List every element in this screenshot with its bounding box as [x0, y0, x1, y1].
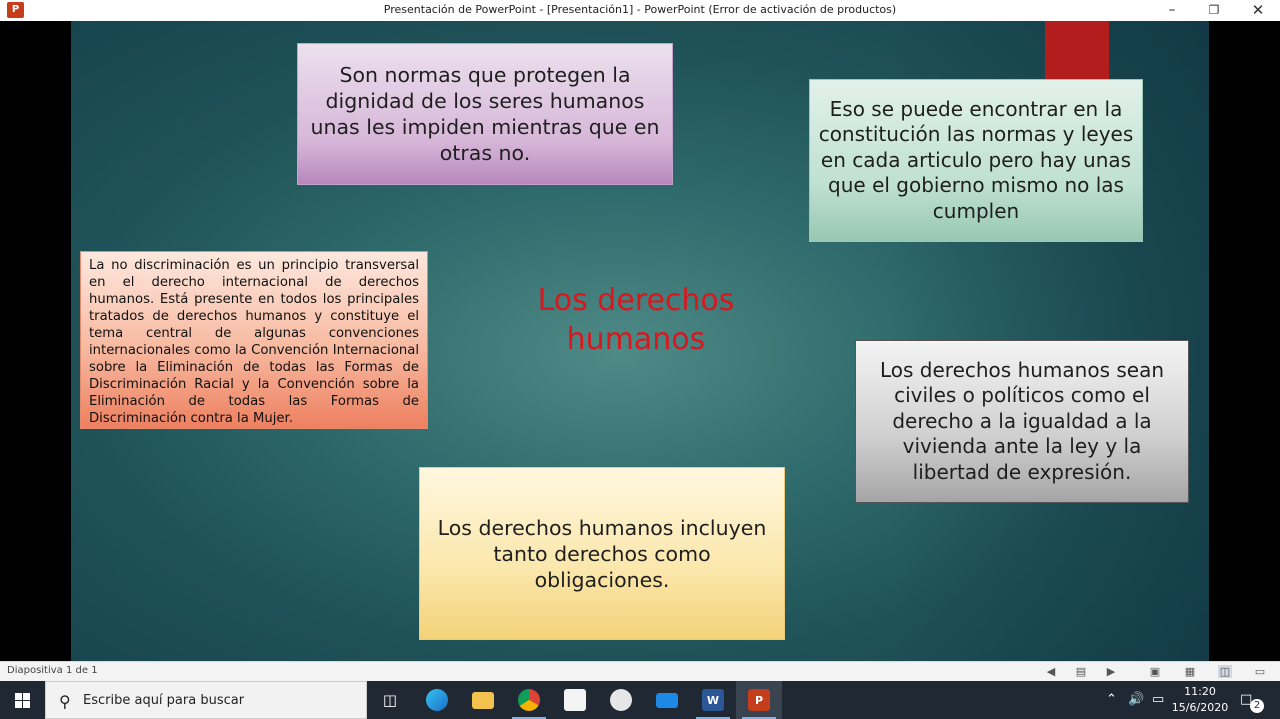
battery-icon[interactable]: ▭ [1152, 681, 1164, 719]
textbox-obligaciones[interactable]: Los derechos humanos incluyen tanto dere… [419, 467, 785, 640]
close-button[interactable]: ✕ [1236, 0, 1280, 21]
textbox-no-discriminacion[interactable]: La no discriminación es un principio tra… [80, 251, 428, 429]
palette-icon [610, 689, 632, 711]
minimize-button[interactable]: – [1150, 0, 1194, 21]
status-bar: Diapositiva 1 de 1 ◀ ▤ ▶ ▣ ▦ ◫ ▭ [0, 661, 1280, 681]
slide-sorter-icon[interactable]: ▦ [1183, 665, 1197, 678]
clock[interactable]: 11:20 15/6/2020 [1168, 684, 1232, 716]
previous-slide-icon[interactable]: ◀ [1044, 665, 1058, 678]
store-button[interactable] [552, 681, 598, 719]
powerpoint-icon: P [748, 689, 770, 711]
word-icon: W [702, 689, 724, 711]
chrome-icon [518, 689, 540, 711]
search-placeholder: Escribe aquí para buscar [83, 693, 245, 708]
textbox-no-discriminacion-text: La no discriminación es un principio tra… [89, 258, 419, 426]
slide-canvas[interactable]: Son normas que protegen la dignidad de l… [71, 21, 1209, 661]
file-explorer-button[interactable] [460, 681, 506, 719]
edge-icon [426, 689, 448, 711]
restore-button[interactable]: ❐ [1192, 0, 1236, 21]
mail-button[interactable] [644, 681, 690, 719]
search-icon: ⚲ [59, 692, 71, 711]
clock-time: 11:20 [1184, 685, 1216, 698]
mail-icon [656, 692, 678, 708]
taskbar: ⚲ Escribe aquí para buscar ◫ W P ⌃ 🔊 ▭ 1… [0, 681, 1280, 719]
textbox-constitucion[interactable]: Eso se puede encontrar en la constitució… [809, 79, 1143, 242]
textbox-derechos-civiles-text: Los derechos humanos sean civiles o polí… [879, 357, 1164, 484]
search-input[interactable]: ⚲ Escribe aquí para buscar [45, 681, 367, 719]
slide-counter: Diapositiva 1 de 1 [7, 665, 98, 676]
chrome-button[interactable] [506, 681, 552, 719]
task-view-button[interactable]: ◫ [367, 681, 413, 719]
textbox-normas-text: Son normas que protegen la dignidad de l… [310, 63, 660, 165]
slideshow-icon[interactable]: ▭ [1253, 665, 1267, 678]
textbox-obligaciones-text: Los derechos humanos incluyen tanto dere… [437, 515, 767, 592]
store-bag-icon [564, 689, 586, 711]
reading-view-icon[interactable]: ◫ [1218, 665, 1232, 678]
notifications-icon[interactable]: □ [1240, 681, 1252, 719]
red-accent-shape[interactable] [1045, 21, 1109, 79]
folder-icon [472, 691, 494, 709]
paint-button[interactable] [598, 681, 644, 719]
volume-icon[interactable]: 🔊 [1128, 681, 1144, 719]
show-hidden-icons-chevron-up-icon[interactable]: ⌃ [1106, 681, 1117, 719]
textbox-constitucion-text: Eso se puede encontrar en la constitució… [818, 96, 1134, 223]
windows-logo-icon [15, 693, 30, 708]
task-view-icon: ◫ [382, 691, 398, 709]
edge-button[interactable] [414, 681, 460, 719]
clock-date: 15/6/2020 [1171, 701, 1229, 714]
next-slide-icon[interactable]: ▶ [1104, 665, 1118, 678]
notes-icon[interactable]: ▤ [1074, 665, 1088, 678]
slide-title[interactable]: Los derechos humanos [501, 281, 771, 359]
textbox-normas[interactable]: Son normas que protegen la dignidad de l… [297, 43, 673, 185]
notification-count-badge: 2 [1250, 699, 1264, 713]
textbox-derechos-civiles[interactable]: Los derechos humanos sean civiles o polí… [855, 340, 1189, 503]
start-button[interactable] [0, 681, 45, 719]
word-button[interactable]: W [690, 681, 736, 719]
powerpoint-button[interactable]: P [736, 681, 782, 719]
normal-view-icon[interactable]: ▣ [1148, 665, 1162, 678]
window-title: Presentación de PowerPoint - [Presentaci… [383, 3, 897, 16]
title-bar: P Presentación de PowerPoint - [Presenta… [0, 0, 1280, 21]
